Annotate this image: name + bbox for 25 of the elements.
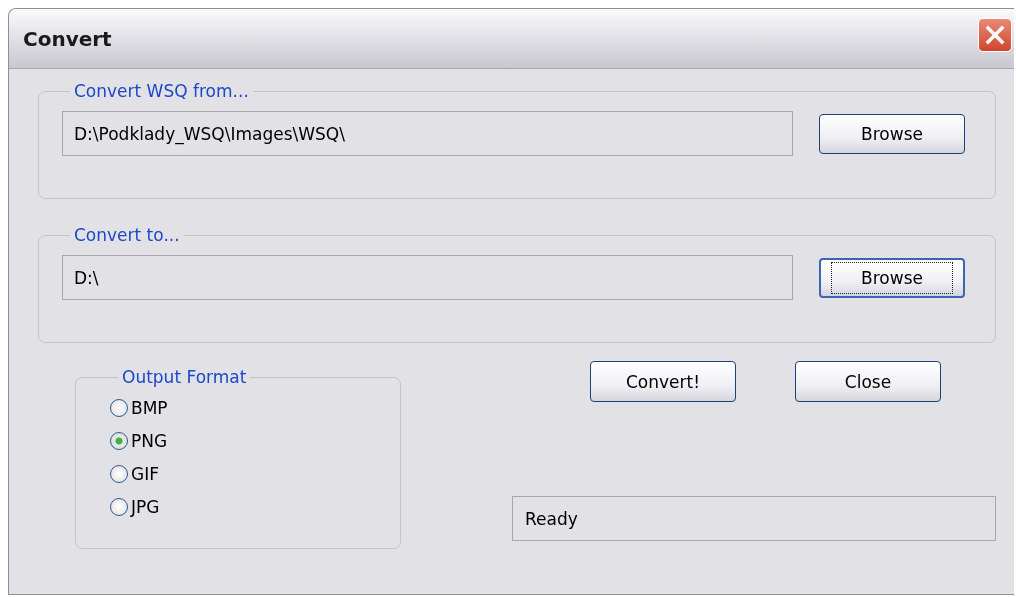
path-field[interactable]: D:\ [62,255,793,300]
radio-option[interactable]: PNG [110,424,190,457]
browse-button[interactable]: Browse [819,257,965,298]
close-dialog-button[interactable]: Close [795,361,941,402]
status-field: Ready [512,496,996,541]
browse-button[interactable]: Browse [819,113,965,154]
radio-option[interactable]: BMP [110,391,190,424]
close-button[interactable] [978,17,1012,52]
path-field[interactable]: D:\Podklady_WSQ\Images\WSQ\ [62,111,793,156]
radio-option[interactable]: GIF [110,457,190,490]
radio-label: JPG [131,496,160,517]
radio-option[interactable]: JPG [110,490,190,523]
group-title: Convert WSQ from... [73,81,250,101]
group-title: Convert to... [73,225,181,245]
radio-button[interactable] [110,497,128,516]
radio-button[interactable] [110,464,128,483]
radio-button[interactable] [110,398,128,417]
radio-label: PNG [131,430,168,451]
convert-button[interactable]: Convert! [590,361,736,402]
radio-label: GIF [131,463,159,484]
radio-button[interactable] [110,431,128,450]
group-title: Output Format [121,367,248,387]
close-icon [985,24,1005,45]
window-title: Convert [23,26,112,51]
radio-label: BMP [131,397,168,418]
